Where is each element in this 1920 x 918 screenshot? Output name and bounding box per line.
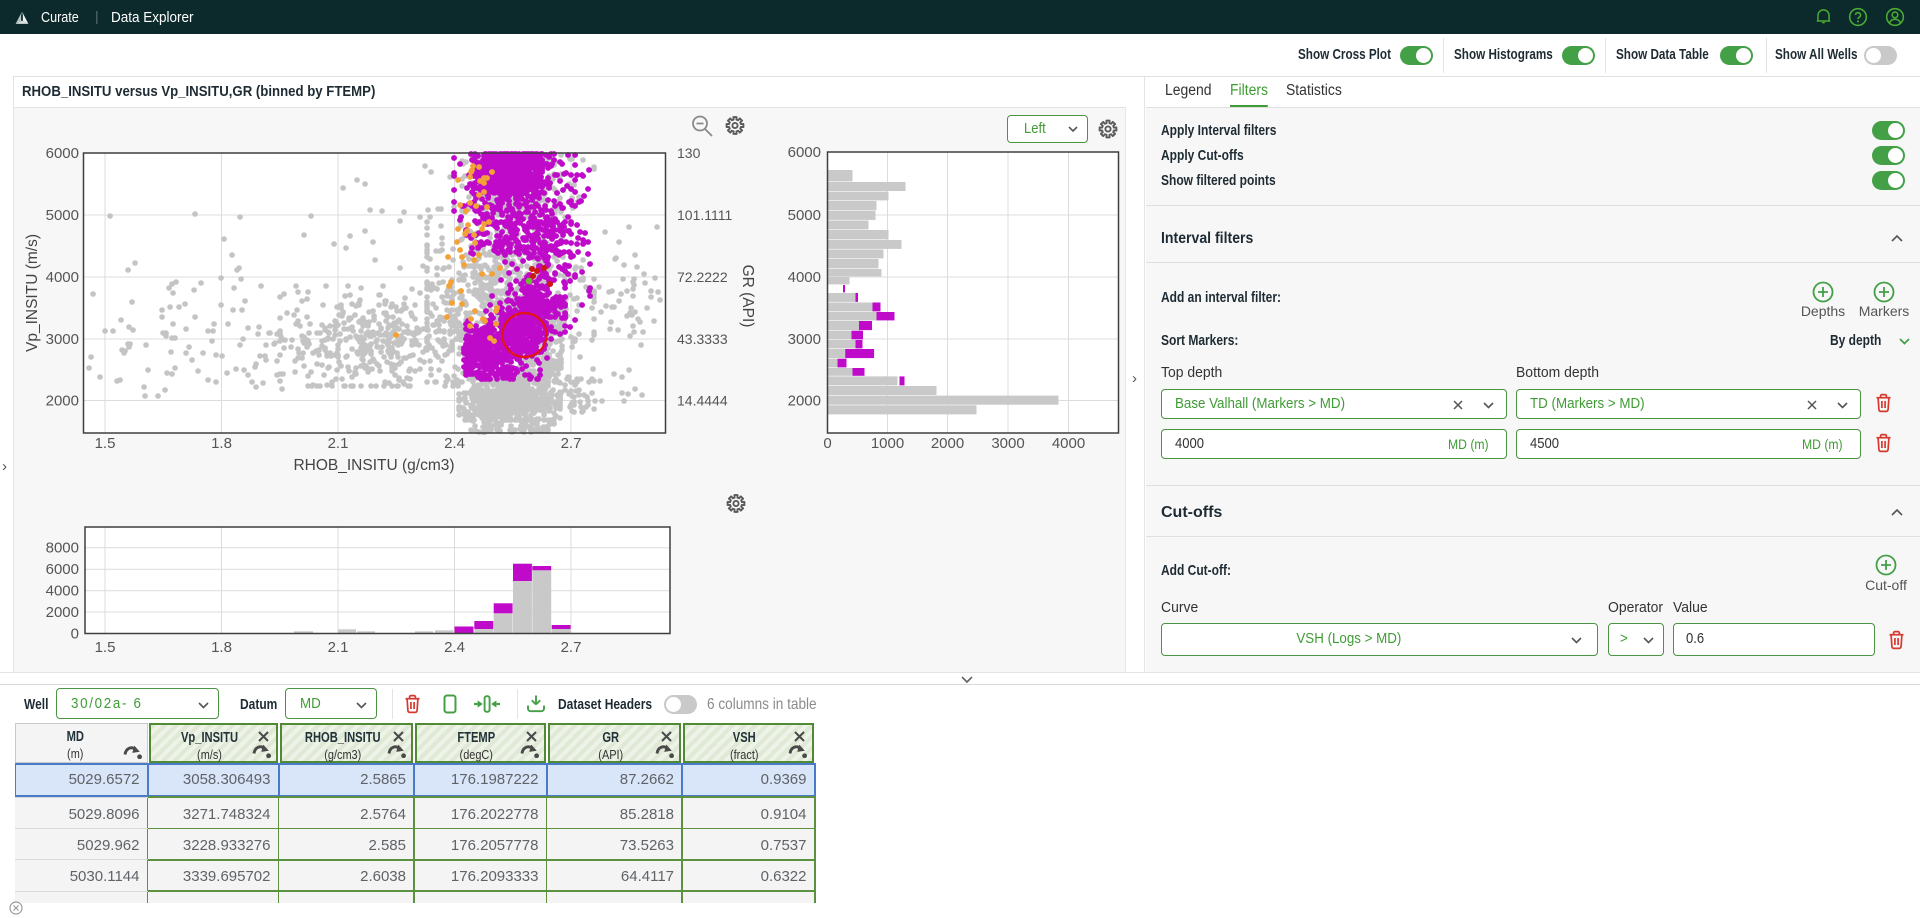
svg-text:130: 130 [677,145,701,161]
svg-text:2.1: 2.1 [328,435,349,452]
svg-text:5000: 5000 [788,207,821,224]
svg-text:RHOB_INSITU (g/cm3): RHOB_INSITU (g/cm3) [293,457,454,474]
svg-text:14.4444: 14.4444 [677,393,728,409]
svg-text:0: 0 [71,626,79,643]
svg-text:4000: 4000 [46,583,79,600]
svg-text:6000: 6000 [788,144,821,161]
svg-text:0: 0 [823,435,831,452]
svg-text:4000: 4000 [788,269,821,286]
svg-text:GR (API): GR (API) [739,265,756,328]
svg-text:2.7: 2.7 [561,435,582,452]
svg-text:2.7: 2.7 [561,639,582,656]
svg-text:8000: 8000 [46,540,79,557]
svg-text:4000: 4000 [46,269,79,286]
svg-text:6000: 6000 [46,561,79,578]
svg-text:43.3333: 43.3333 [677,331,728,347]
svg-text:3000: 3000 [46,331,79,348]
svg-text:2000: 2000 [46,604,79,621]
svg-text:1.5: 1.5 [95,435,116,452]
svg-text:Vp_INSITU (m/s): Vp_INSITU (m/s) [24,234,41,352]
svg-text:2000: 2000 [931,435,964,452]
svg-text:72.2222: 72.2222 [677,269,728,285]
svg-text:4000: 4000 [1052,435,1085,452]
svg-text:1.5: 1.5 [95,639,116,656]
svg-text:6000: 6000 [46,145,79,162]
svg-text:2.1: 2.1 [328,639,349,656]
svg-text:5000: 5000 [46,207,79,224]
svg-text:1.8: 1.8 [211,435,232,452]
svg-text:2.4: 2.4 [444,435,465,452]
svg-text:1.8: 1.8 [211,639,232,656]
svg-text:101.1111: 101.1111 [677,207,732,223]
svg-text:3000: 3000 [991,435,1024,452]
svg-text:2000: 2000 [46,393,79,410]
svg-text:3000: 3000 [788,331,821,348]
svg-text:2000: 2000 [788,393,821,410]
svg-text:1000: 1000 [871,435,904,452]
svg-text:2.4: 2.4 [444,639,465,656]
